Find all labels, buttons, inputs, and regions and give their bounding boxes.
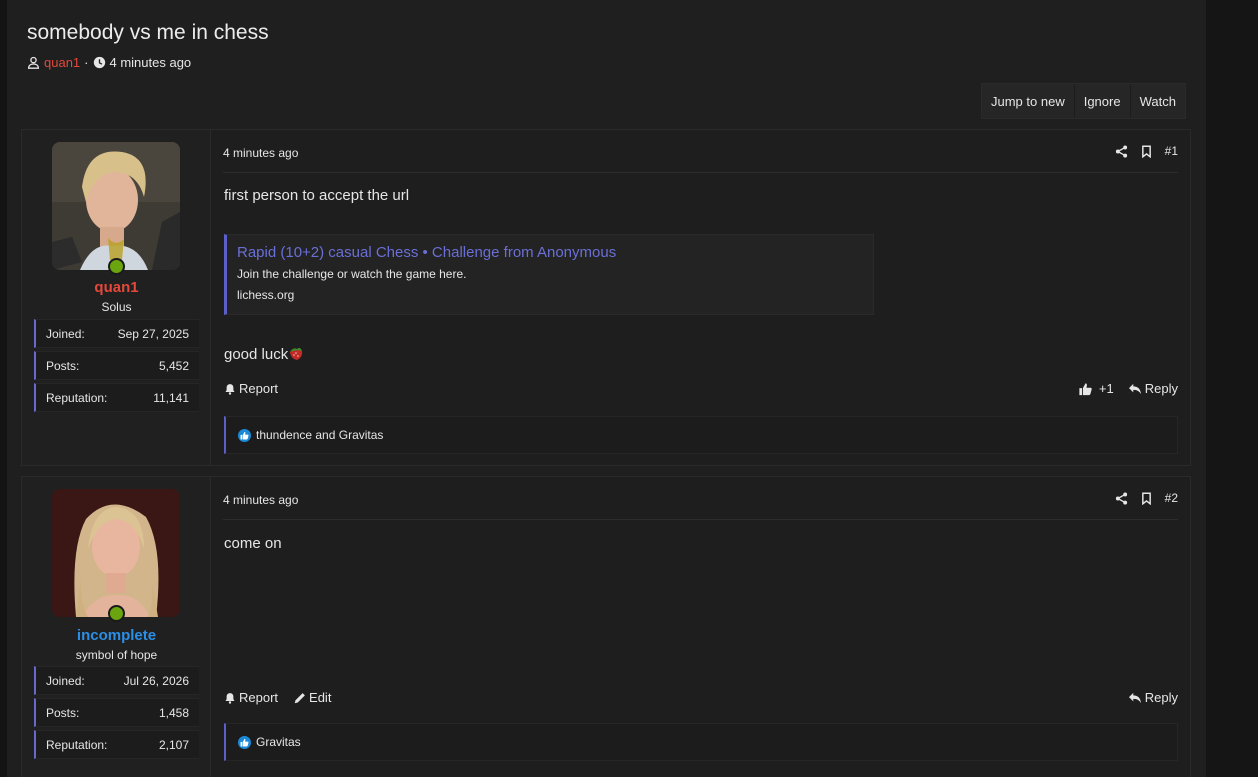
post-header-divider [223, 519, 1178, 520]
online-status-dot [108, 605, 125, 622]
reply-icon [1128, 383, 1141, 394]
stat-reputation: Reputation: 11,141 [34, 383, 199, 412]
stat-reputation: Reputation: 2,107 [34, 730, 199, 759]
embed-site: lichess.org [237, 288, 295, 302]
thumbs-up-icon [1079, 382, 1092, 395]
report-button[interactable]: Report [224, 690, 278, 705]
reply-label: Reply [1144, 381, 1178, 396]
post-header-actions: #2 [1115, 491, 1178, 505]
bookmark-icon[interactable] [1140, 144, 1153, 158]
bell-icon [225, 692, 235, 704]
meta-separator: · [84, 55, 89, 70]
strawberry-emoji-icon [290, 347, 303, 360]
thread-action-buttons: Jump to new Ignore Watch [981, 83, 1186, 119]
avatar[interactable] [52, 489, 180, 617]
reactions-bar[interactable]: thundence and Gravitas [224, 416, 1178, 454]
post-arrow [211, 505, 219, 521]
stat-value: 1,458 [158, 705, 189, 720]
pencil-icon [294, 692, 305, 703]
post-body-text: first person to accept the url [224, 187, 410, 204]
reactions-users[interactable]: thundence and Gravitas [256, 428, 383, 442]
post-1-username[interactable]: quan1 [22, 279, 211, 296]
reactions-bar[interactable]: Gravitas [224, 723, 1178, 761]
user-icon [27, 56, 40, 69]
stat-value: 5,452 [158, 358, 189, 373]
post-time[interactable]: 4 minutes ago [223, 146, 298, 160]
link-embed[interactable]: Rapid (10+2) casual Chess • Challenge fr… [224, 234, 874, 315]
post-number[interactable]: #1 [1165, 144, 1178, 158]
stat-label: Posts: [46, 705, 80, 720]
page-right-background [1206, 0, 1258, 777]
post-footer: Report Edit Reply [224, 690, 1178, 708]
thread-panel: somebody vs me in chess quan1 · 4 minute… [7, 0, 1206, 777]
post-header-divider [223, 172, 1178, 173]
stat-posts: Posts: 5,452 [34, 351, 199, 380]
post-footer-left: Report Edit [224, 690, 331, 705]
thread-time[interactable]: 4 minutes ago [110, 55, 192, 70]
post-footer: Report +1 Reply [224, 381, 1178, 399]
embed-title-link[interactable]: Rapid (10+2) casual Chess • Challenge fr… [237, 244, 863, 261]
thread-title: somebody vs me in chess [27, 21, 269, 44]
post-body-text: come on [224, 535, 282, 552]
online-status-dot [108, 258, 125, 275]
stat-posts: Posts: 1,458 [34, 698, 199, 727]
stat-value: Jul 26, 2026 [123, 673, 189, 688]
post-2: incomplete symbol of hope Joined: Jul 26… [21, 476, 1191, 777]
thread-meta: quan1 · 4 minutes ago [27, 55, 191, 70]
post-body-text-2: good luck [224, 345, 304, 363]
post-1-user-title: Solus [101, 300, 132, 314]
good-luck-text: good luck [224, 346, 289, 363]
stat-label: Joined: [46, 326, 85, 341]
post-1: quan1 Solus Joined: Sep 27, 2025 Posts: … [21, 129, 1191, 466]
like-count: +1 [1098, 381, 1114, 396]
report-label: Report [239, 381, 279, 396]
share-icon[interactable] [1115, 144, 1128, 158]
post-footer-left: Report [224, 381, 278, 396]
stat-value: Sep 27, 2025 [117, 326, 189, 341]
like-reaction-icon [238, 428, 251, 442]
bookmark-icon[interactable] [1140, 491, 1153, 505]
page-left-edge [0, 0, 7, 777]
post-1-user-cell: quan1 Solus Joined: Sep 27, 2025 Posts: … [22, 130, 211, 465]
reply-icon [1128, 692, 1141, 703]
post-2-username[interactable]: incomplete [22, 627, 211, 644]
stat-label: Reputation: [46, 737, 108, 752]
post-arrow [211, 158, 219, 174]
post-2-user-title: symbol of hope [75, 648, 158, 662]
post-2-user-cell: incomplete symbol of hope Joined: Jul 26… [22, 477, 211, 777]
bell-icon [225, 383, 235, 395]
clock-icon [93, 56, 105, 69]
like-reaction-icon [238, 735, 251, 749]
stat-label: Reputation: [46, 390, 108, 405]
report-button[interactable]: Report [224, 381, 278, 396]
post-footer-right: +1 Reply [1078, 381, 1178, 396]
edit-label: Edit [309, 690, 332, 705]
post-number[interactable]: #2 [1165, 491, 1178, 505]
like-button[interactable]: +1 [1078, 381, 1114, 396]
reply-label: Reply [1144, 690, 1178, 705]
reply-button[interactable]: Reply [1128, 690, 1178, 705]
thread-author-link[interactable]: quan1 [44, 55, 80, 70]
post-footer-right: Reply [1128, 690, 1178, 705]
post-time[interactable]: 4 minutes ago [223, 493, 298, 507]
stat-value: 2,107 [158, 737, 189, 752]
stat-joined: Joined: Jul 26, 2026 [34, 666, 199, 695]
ignore-button[interactable]: Ignore [1075, 84, 1131, 118]
stat-joined: Joined: Sep 27, 2025 [34, 319, 199, 348]
avatar[interactable] [52, 142, 180, 270]
stat-label: Joined: [46, 673, 85, 688]
edit-button[interactable]: Edit [294, 690, 331, 705]
share-icon[interactable] [1115, 491, 1128, 505]
stat-label: Posts: [46, 358, 80, 373]
reply-button[interactable]: Reply [1128, 381, 1178, 396]
report-label: Report [239, 690, 279, 705]
watch-button[interactable]: Watch [1131, 84, 1185, 118]
stat-value: 11,141 [153, 390, 189, 405]
reactions-users[interactable]: Gravitas [256, 735, 301, 749]
post-header-actions: #1 [1115, 144, 1178, 158]
jump-to-new-button[interactable]: Jump to new [982, 84, 1075, 118]
embed-description: Join the challenge or watch the game her… [237, 267, 467, 281]
